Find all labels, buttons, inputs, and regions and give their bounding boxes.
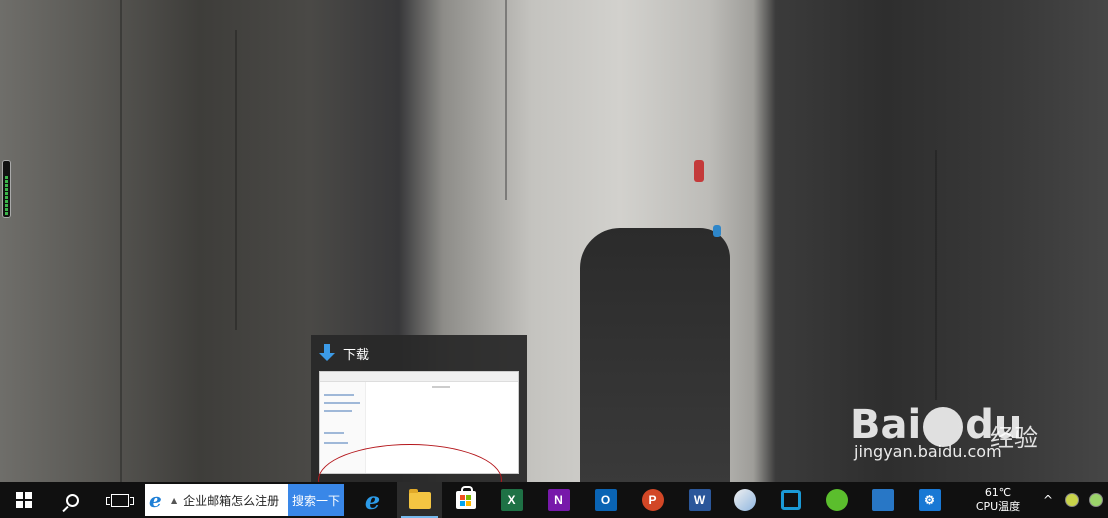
onenote-icon: N <box>547 489 570 511</box>
search-go-button[interactable]: 搜索一下 <box>288 484 344 516</box>
taskbar-app-powerpoint[interactable]: P <box>630 482 675 518</box>
taskbar-app-paint[interactable] <box>722 482 767 518</box>
taskbar-app-outlook[interactable]: O <box>583 482 628 518</box>
search-input-text: 企业邮箱怎么注册 <box>183 493 280 508</box>
paint-icon <box>733 489 756 511</box>
rock-crack <box>935 150 937 400</box>
gear-icon: ⚙ <box>918 489 941 511</box>
cpu-temp-label: CPU温度 <box>975 500 1021 513</box>
taskbar-app-settings[interactable]: ⚙ <box>907 482 952 518</box>
tray-status-icon <box>1065 493 1079 507</box>
taskbar: e ▲ 企业邮箱怎么注册 搜索一下 e X N O P W ⚙ 61℃ CPU温… <box>0 482 1108 518</box>
start-button[interactable] <box>0 482 48 518</box>
taskbar-app-store[interactable] <box>443 482 488 518</box>
taskbar-app-edge[interactable]: e <box>350 482 395 518</box>
baidu-watermark: Bai du 经验 jingyan.baidu.com <box>850 398 1070 468</box>
edge-icon: e <box>364 485 381 515</box>
image-viewer-icon <box>871 489 894 511</box>
preview-ribbon <box>320 372 518 382</box>
rock-outcrop <box>580 228 730 482</box>
search-icon <box>65 493 79 507</box>
rock-crack <box>235 30 237 330</box>
store-icon <box>455 486 476 509</box>
outlook-icon: O <box>594 489 617 511</box>
taskbar-app-onenote[interactable]: N <box>536 482 581 518</box>
green-circle-icon <box>825 489 848 511</box>
caret-icon: ▲ <box>171 495 178 505</box>
taskbar-app-image-viewer[interactable] <box>860 482 905 518</box>
search-button[interactable] <box>48 482 96 518</box>
watermark-url: jingyan.baidu.com <box>854 442 1002 461</box>
rock-crack <box>505 0 507 200</box>
folder-icon <box>408 488 431 509</box>
chevron-up-icon: ^ <box>1042 493 1054 507</box>
thumbnail-header: 下载 <box>319 343 369 363</box>
show-hidden-icons-button[interactable]: ^ <box>1038 482 1058 518</box>
tray-status-icon <box>1089 493 1103 507</box>
volume-meter <box>2 160 11 218</box>
taskbar-app-green[interactable] <box>814 482 859 518</box>
search-input[interactable]: e ▲ 企业邮箱怎么注册 <box>145 484 288 516</box>
powerpoint-icon: P <box>641 489 664 511</box>
desktop-wallpaper: Bai du 经验 jingyan.baidu.com <box>0 0 1108 482</box>
taskbar-app-file-explorer[interactable] <box>397 482 442 518</box>
taskbar-app-word[interactable]: W <box>677 482 722 518</box>
tray-app-icon[interactable] <box>1062 482 1082 518</box>
climber-figure <box>713 225 721 237</box>
rock-crack <box>120 0 122 482</box>
cpu-temperature[interactable]: 61℃ CPU温度 <box>972 482 1024 518</box>
task-view-icon <box>106 493 134 507</box>
tray-app-icon[interactable] <box>1086 482 1106 518</box>
windows-logo-icon <box>16 492 32 508</box>
task-view-button[interactable] <box>96 482 144 518</box>
ie-icon: e <box>149 488 162 512</box>
download-arrow-icon <box>319 344 335 362</box>
taskbar-app-virtualbox[interactable] <box>768 482 813 518</box>
virtualbox-icon <box>780 490 801 510</box>
word-icon: W <box>688 489 711 511</box>
taskbar-app-excel[interactable]: X <box>489 482 534 518</box>
climber-figure <box>694 160 704 182</box>
cpu-temp-value: 61℃ <box>984 486 1012 499</box>
thumbnail-title: 下载 <box>343 347 370 363</box>
excel-icon: X <box>500 489 523 511</box>
